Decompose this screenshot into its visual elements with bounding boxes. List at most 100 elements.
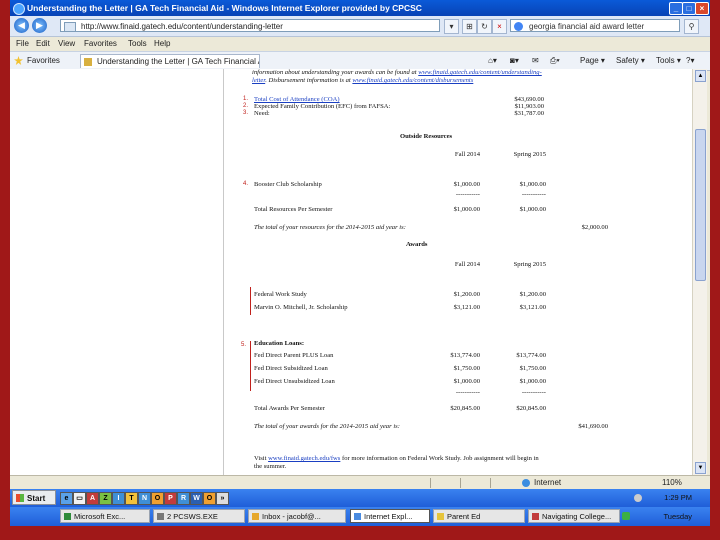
quicklaunch-o-icon[interactable]: O xyxy=(151,492,164,505)
window-titlebar[interactable]: Understanding the Letter | GA Tech Finan… xyxy=(10,0,710,16)
dashes-2b: ----------- xyxy=(521,389,546,396)
quicklaunch-w-icon[interactable]: W xyxy=(190,492,203,505)
awards-total-spring: $20,845.00 xyxy=(516,405,546,412)
page-menu[interactable]: Page ▾ xyxy=(580,52,605,70)
unsubsidized-fall: $1,000.00 xyxy=(453,378,480,385)
quicklaunch-n-icon[interactable]: N xyxy=(138,492,151,505)
plus-fall: $13,774.00 xyxy=(450,352,480,359)
task-navigating[interactable]: Navigating College... xyxy=(528,509,620,523)
menu-edit[interactable]: Edit xyxy=(36,37,50,51)
safety-menu[interactable]: Safety ▾ xyxy=(616,52,645,70)
tray-network-icon[interactable] xyxy=(622,512,630,520)
fws-fall: $1,200.00 xyxy=(453,291,480,298)
quicklaunch-i-icon[interactable]: I xyxy=(112,492,125,505)
clock-time[interactable]: 1:29 PM xyxy=(650,493,692,502)
intro-text-2: . Disbursement information is at xyxy=(265,77,351,84)
booster-spring: $1,000.00 xyxy=(519,181,546,188)
award-letter-document: information about understanding your awa… xyxy=(223,69,617,475)
google-icon xyxy=(514,22,523,31)
quicklaunch-a-icon[interactable]: A xyxy=(86,492,99,505)
compatibility-icon[interactable]: ⊞ xyxy=(462,19,477,34)
zoom-level[interactable]: 110% xyxy=(662,476,682,490)
resources-total-fall: $1,000.00 xyxy=(453,206,480,213)
disbursement-link[interactable]: www.finaid.gatech.edu/content/disburseme… xyxy=(352,77,473,84)
powerpoint-icon xyxy=(532,513,539,520)
visit-prefix: Visit xyxy=(254,455,267,462)
favorites-button[interactable]: Favorites xyxy=(27,52,60,70)
forward-button[interactable]: ▶ xyxy=(32,18,47,33)
start-button[interactable]: Start xyxy=(12,490,56,505)
need-label: Need: xyxy=(254,110,270,117)
quicklaunch-p-icon[interactable]: P xyxy=(164,492,177,505)
scroll-down-icon[interactable]: ▼ xyxy=(695,462,706,474)
home-icon[interactable]: ⌂▾ xyxy=(488,52,497,70)
left-whitespace xyxy=(10,69,223,475)
resources-total-label: Total Resources Per Semester xyxy=(254,206,333,213)
windows-logo-icon xyxy=(16,494,24,502)
menu-file[interactable]: File xyxy=(16,37,29,51)
quicklaunch-r-icon[interactable]: R xyxy=(177,492,190,505)
ie-task-icon xyxy=(354,513,361,520)
address-bar[interactable]: http://www.finaid.gatech.edu/content/und… xyxy=(60,19,440,32)
task-inbox[interactable]: Inbox - jacobf@... xyxy=(248,509,346,523)
quicklaunch-desktop-icon[interactable]: ▭ xyxy=(73,492,86,505)
mitchell-fall: $3,121.00 xyxy=(453,304,480,311)
quicklaunch-ie-icon[interactable]: e xyxy=(60,492,73,505)
help-icon[interactable]: ?▾ xyxy=(686,52,694,70)
menu-favorites[interactable]: Favorites xyxy=(84,37,117,51)
search-button-icon[interactable]: ⚲ xyxy=(684,19,699,34)
search-input[interactable]: georgia financial aid award letter xyxy=(510,19,680,32)
quicklaunch-more-icon[interactable]: » xyxy=(216,492,229,505)
tools-menu[interactable]: Tools ▾ xyxy=(656,52,681,70)
awards-total-label: Total Awards Per Semester xyxy=(254,405,325,412)
scroll-up-icon[interactable]: ▲ xyxy=(695,70,706,82)
close-window-button[interactable]: × xyxy=(695,2,709,15)
task-pcsws[interactable]: 2 PCSWS.EXE xyxy=(153,509,245,523)
ie-logo-icon xyxy=(13,3,25,15)
page-icon xyxy=(64,22,76,31)
favorites-star-icon xyxy=(14,56,23,65)
quicklaunch-t-icon[interactable]: T xyxy=(125,492,138,505)
quicklaunch-o2-icon[interactable]: O xyxy=(203,492,216,505)
marker-1: 1. xyxy=(243,96,249,102)
tray-icon[interactable] xyxy=(634,494,642,502)
intro-line-1: information about understanding your awa… xyxy=(252,69,542,76)
fws-label: Federal Work Study xyxy=(254,291,307,298)
taskbar-bottom: Microsoft Exc... 2 PCSWS.EXE Inbox - jac… xyxy=(10,507,710,526)
terminal-icon xyxy=(157,513,164,520)
status-divider xyxy=(430,478,431,488)
quicklaunch-z-icon[interactable]: Z xyxy=(99,492,112,505)
maximize-button[interactable]: □ xyxy=(682,2,696,15)
intro-line-2: letter. Disbursement information is at w… xyxy=(252,77,473,84)
task-ie-label: Internet Expl... xyxy=(364,512,413,521)
mail-icon[interactable]: ✉ xyxy=(532,52,539,70)
feeds-icon[interactable]: ◙▾ xyxy=(510,52,519,70)
scroll-thumb[interactable] xyxy=(695,129,706,281)
address-dropdown-icon[interactable]: ▾ xyxy=(444,19,459,34)
letter-link[interactable]: letter xyxy=(252,77,265,84)
intro-text-1: information about understanding your awa… xyxy=(252,69,417,76)
task-parent-ed[interactable]: Parent Ed xyxy=(433,509,525,523)
task-inbox-label: Inbox - jacobf@... xyxy=(262,512,321,521)
task-ie[interactable]: Internet Expl... xyxy=(350,509,430,523)
address-row: ◀ ▶ http://www.finaid.gatech.edu/content… xyxy=(10,16,710,37)
menu-tools[interactable]: Tools xyxy=(128,37,147,51)
tab-active[interactable]: Understanding the Letter | GA Tech Finan… xyxy=(80,54,260,68)
menu-view[interactable]: View xyxy=(58,37,75,51)
unsubsidized-spring: $1,000.00 xyxy=(519,378,546,385)
window-title: Understanding the Letter | GA Tech Finan… xyxy=(27,3,422,13)
stop-icon[interactable]: × xyxy=(492,19,507,34)
booster-fall: $1,000.00 xyxy=(453,181,480,188)
back-button[interactable]: ◀ xyxy=(14,18,29,33)
menu-help[interactable]: Help xyxy=(154,37,170,51)
minimize-button[interactable]: _ xyxy=(669,2,683,15)
menu-bar: File Edit View Favorites Tools Help xyxy=(10,37,710,51)
fws-link[interactable]: www.finaid.gatech.edu/fws xyxy=(268,455,340,462)
coa-label[interactable]: Total Cost of Attendance (COA) xyxy=(254,96,340,103)
refresh-icon[interactable]: ↻ xyxy=(477,19,492,34)
task-excel[interactable]: Microsoft Exc... xyxy=(60,509,150,523)
understanding-link[interactable]: www.finaid.gatech.edu/content/understand… xyxy=(418,69,542,76)
resources-total-spring: $1,000.00 xyxy=(519,206,546,213)
print-icon[interactable]: ⎙▾ xyxy=(550,52,560,70)
vertical-scrollbar[interactable]: ▲ ▼ xyxy=(692,69,707,475)
